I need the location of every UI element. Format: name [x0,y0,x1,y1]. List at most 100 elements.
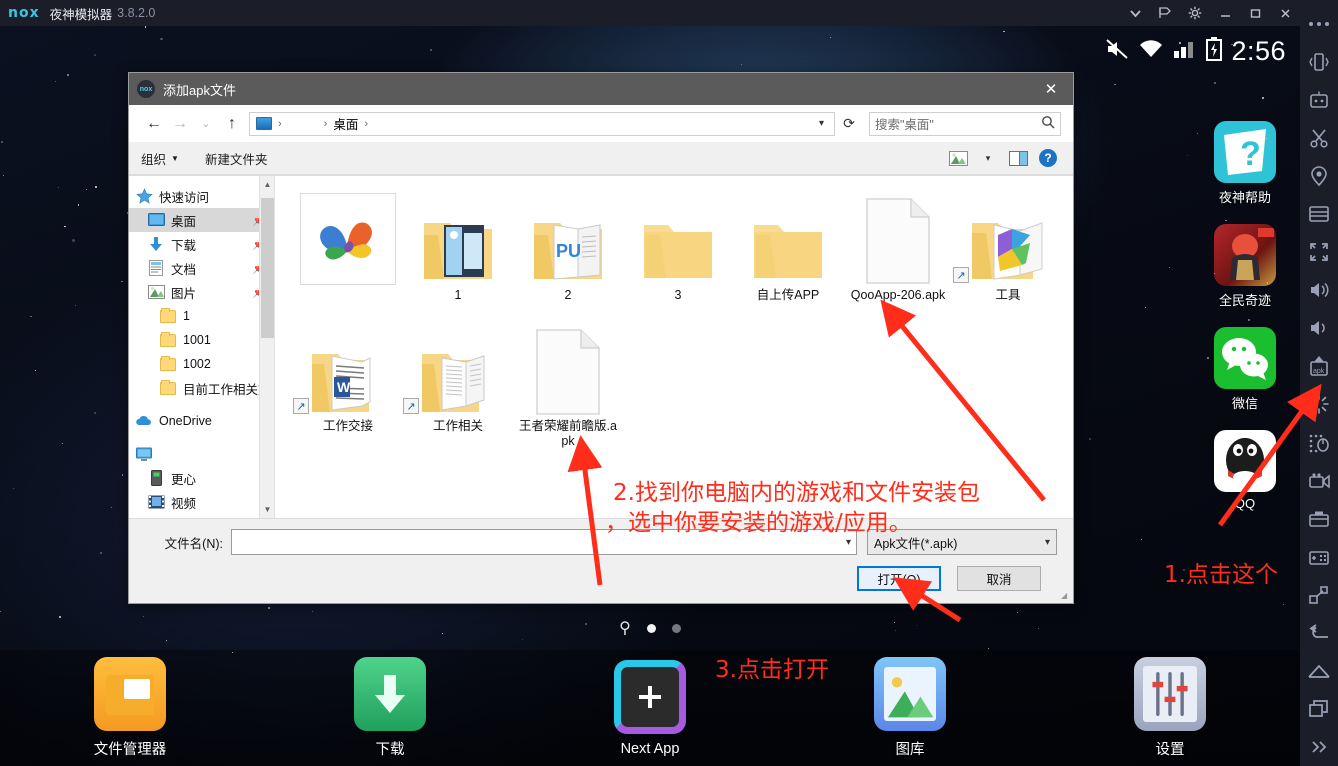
back-button[interactable]: ← [141,111,167,137]
new-folder-button[interactable]: 新建文件夹 [205,149,268,168]
sidebar-label: 目前工作相关文 [183,382,271,397]
sparkle-icon[interactable] [1300,385,1338,423]
file-item-tools-shortcut[interactable]: ↗ 工具 [953,190,1063,303]
chevron-down-icon[interactable] [1120,0,1150,26]
recents-icon[interactable] [1300,690,1338,728]
preview-pane-icon[interactable] [1005,147,1031,169]
app-tile-mu-origin[interactable]: 全民奇迹 [1190,224,1300,309]
breadcrumb-item-desktop[interactable]: 桌面 [333,114,358,133]
app-tile-wechat[interactable]: 微信 [1190,327,1300,412]
search-placeholder: 搜索"桌面" [875,118,934,132]
sidebar-item-folder-1[interactable]: 1 [129,304,274,328]
file-item-msn-image[interactable] [293,190,403,303]
expand-more-icon[interactable] [1300,728,1338,766]
volume-down-icon[interactable] [1300,309,1338,347]
view-mode-caret-icon[interactable]: ▾ [975,147,1001,169]
star [160,37,163,40]
breadcrumb[interactable]: › › 桌面 › ▾ [249,111,835,136]
dock-item-download[interactable]: 下载 [315,657,465,759]
video-record-icon[interactable] [1300,462,1338,500]
star [111,507,112,508]
filename-input[interactable]: ▾ [231,529,857,555]
star [740,64,742,66]
shortcut-arrow-icon: ↗ [403,398,419,414]
sidebar-item-folder-1002[interactable]: 1002 [129,352,274,376]
up-button[interactable]: ↑ [219,111,245,137]
recent-locations-button[interactable]: ⌄ [193,111,219,137]
sidebar-item-pictures[interactable]: 图片 📌 [129,280,274,304]
file-item-qooapp-apk[interactable]: QooApp-206.apk [843,190,953,303]
keyboard-icon[interactable] [1300,538,1338,576]
file-item-folder-1[interactable]: 1 [403,190,513,303]
dock-item-gallery[interactable]: 图库 [835,657,985,759]
apk-install-icon[interactable]: apk [1300,347,1338,385]
cancel-button[interactable]: 取消 [957,566,1041,591]
star [1249,359,1250,360]
robot-icon[interactable] [1300,81,1338,119]
folder-icon [159,331,177,349]
gear-icon[interactable] [1180,0,1210,26]
pin-icon[interactable] [1150,0,1180,26]
keyboard-layout-icon[interactable] [1300,195,1338,233]
folder-icon [623,190,733,285]
view-mode-icon[interactable] [945,147,971,169]
scrollbar-thumb[interactable] [261,198,274,338]
home-icon[interactable] [1300,652,1338,690]
file-item-work-related[interactable]: ↗ 工作相关 [403,321,513,449]
file-item-folder-3[interactable]: 3 [623,190,733,303]
fullscreen-icon[interactable] [1300,233,1338,271]
sidebar-item-folder-1001[interactable]: 1001 [129,328,274,352]
dock-item-settings[interactable]: 设置 [1095,657,1245,759]
sidebar-item-videos[interactable]: 视频 [129,490,274,514]
file-item-folder-2[interactable]: PU 2 [513,190,623,303]
multi-touch-icon[interactable] [1300,424,1338,462]
sidebar-item-this-pc[interactable] [129,442,274,466]
help-button[interactable]: ? [1035,147,1061,169]
file-item-self-upload-app[interactable]: 自上传APP [733,190,843,303]
file-item-wangzhe-apk[interactable]: 王者荣耀前瞻版.apk [513,321,623,449]
screenshot-icon[interactable] [1300,500,1338,538]
chevron-down-icon[interactable]: ▾ [819,118,828,129]
sidebar-item-onedrive[interactable]: OneDrive [129,409,274,433]
refresh-button[interactable]: ⟳ [837,112,861,136]
chevron-down-icon[interactable]: ▾ [846,537,851,548]
page-dot[interactable] [671,623,681,633]
sidebar-item-documents[interactable]: 文档 📌 [129,256,274,280]
more-dots-icon[interactable] [1300,5,1338,43]
scroll-down-icon[interactable]: ▼ [260,501,274,518]
organize-button[interactable]: 组织 ▼ [141,149,179,168]
open-button[interactable]: 打开(O) [857,566,941,591]
sidebar-label: 桌面 [171,214,197,229]
filetype-select[interactable]: Apk文件(*.apk) ▾ [867,529,1057,555]
search-dot-icon[interactable]: ⚲ [619,618,631,638]
sidebar-item-folder-work[interactable]: 目前工作相关文 [129,376,274,400]
volume-up-icon[interactable] [1300,271,1338,309]
sidebar-item-pictures-pc[interactable]: 图片 [129,514,274,518]
app-tile-nox-help[interactable]: ? 夜神帮助 [1190,121,1300,206]
forward-button[interactable]: → [167,111,193,137]
app-tile-qq[interactable]: QQ [1190,430,1300,511]
sidebar-item-device[interactable]: 更心 [129,466,274,490]
sidebar-item-quick-access[interactable]: 快速访问 [129,184,274,208]
search-input[interactable]: 搜索"桌面" [869,111,1061,136]
location-pin-icon[interactable] [1300,157,1338,195]
maximize-icon[interactable] [1240,0,1270,26]
scissors-icon[interactable] [1300,119,1338,157]
scroll-up-icon[interactable]: ▲ [260,176,274,193]
dock-item-file-manager[interactable]: 文件管理器 [55,657,205,759]
dialog-close-button[interactable]: ✕ [1029,73,1073,105]
close-icon[interactable] [1270,0,1300,26]
file-item-work-handover[interactable]: W ↗ 工作交接 [293,321,403,449]
sidebar-item-desktop[interactable]: 桌面 📌 [129,208,274,232]
shake-phone-icon[interactable] [1300,43,1338,81]
dock-item-next-app[interactable]: Next App [575,659,725,757]
back-icon[interactable] [1300,614,1338,652]
star [442,632,443,634]
resize-icon[interactable] [1300,576,1338,614]
page-dot-active[interactable] [646,623,656,633]
sidebar-scrollbar[interactable]: ▲ ▼ [259,176,274,518]
resize-grip[interactable]: ◢ [1061,591,1071,601]
minimize-icon[interactable] [1210,0,1240,26]
nox-app-icon: nox [137,80,155,98]
sidebar-item-downloads[interactable]: 下载 📌 [129,232,274,256]
